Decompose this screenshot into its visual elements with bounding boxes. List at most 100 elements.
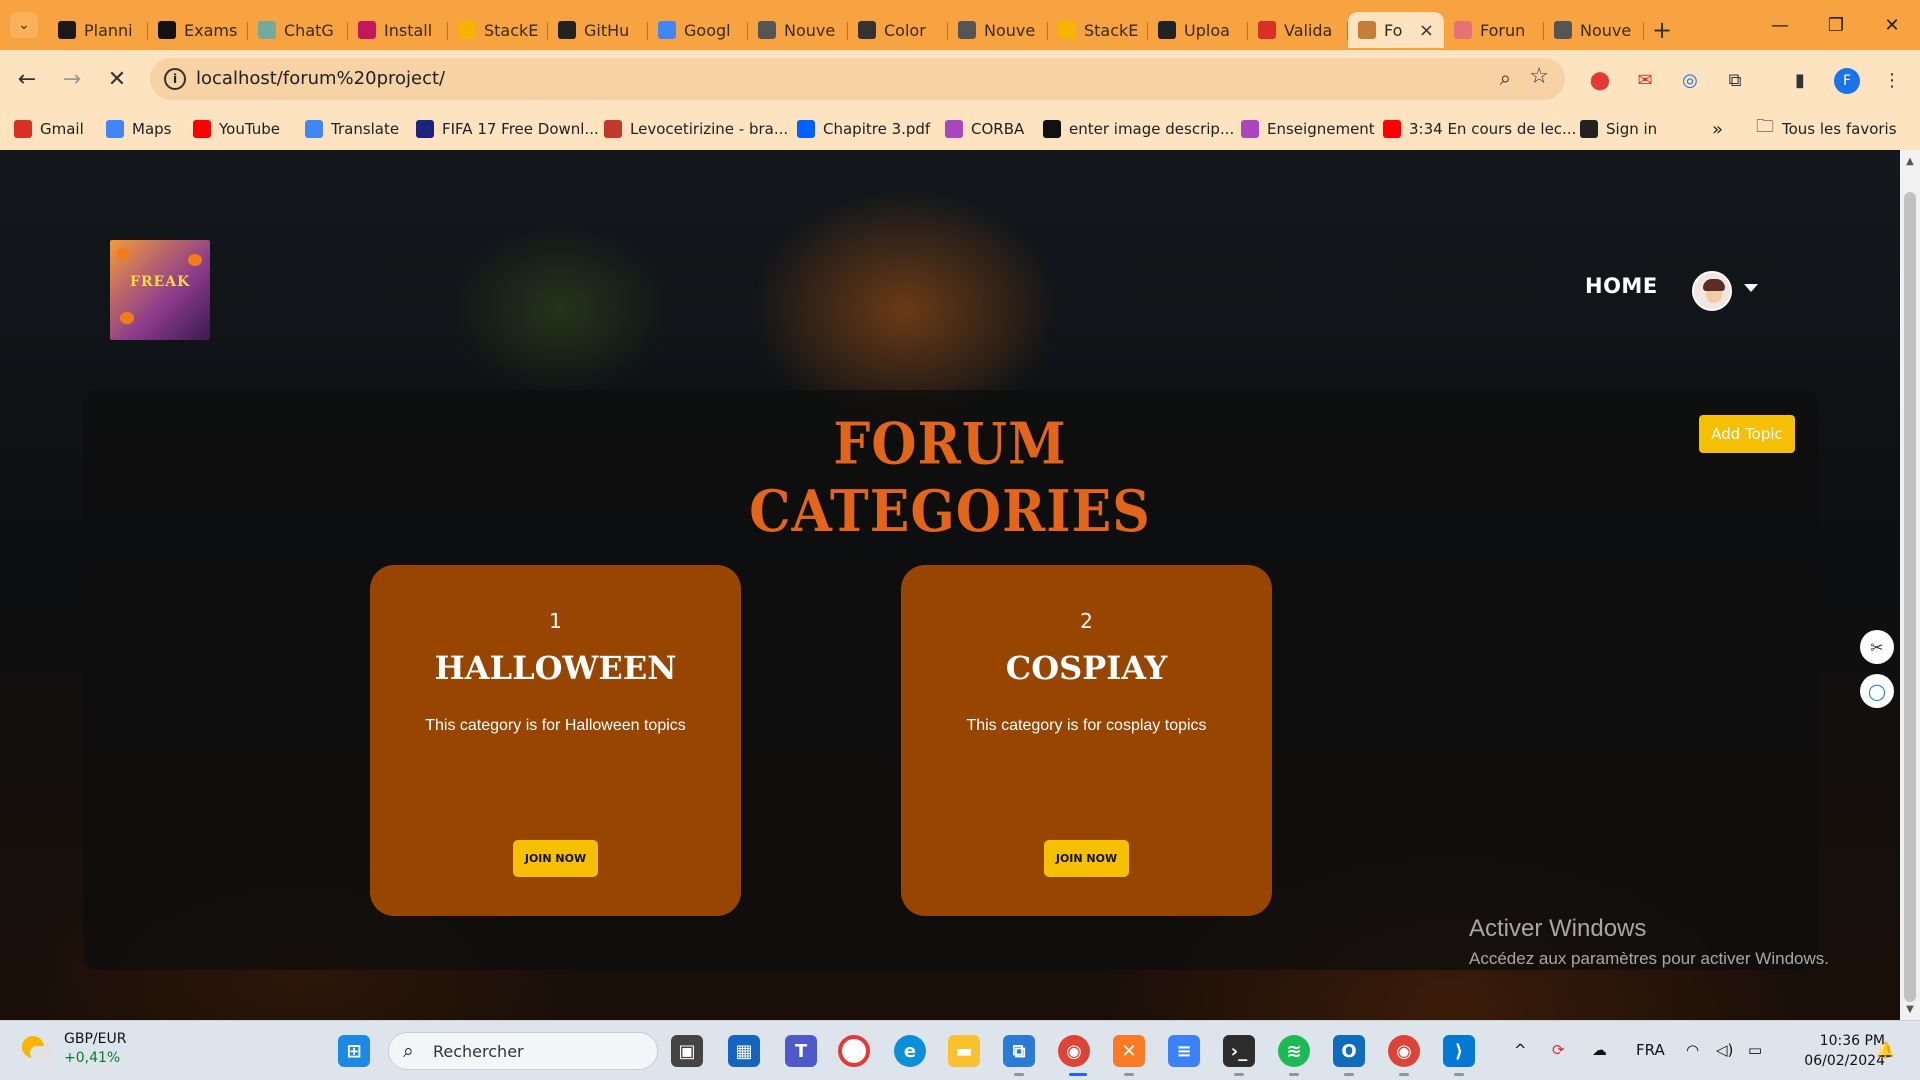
- volume-icon[interactable]: ◁): [1716, 1041, 1733, 1059]
- bookmark-item[interactable]: FIFA 17 Free Downl...: [416, 116, 599, 142]
- chat-bubble-icon[interactable]: ◯: [1860, 674, 1894, 708]
- browser-tab[interactable]: Planni: [48, 12, 148, 48]
- restore-button[interactable]: ❐: [1808, 0, 1864, 50]
- bookmark-star-icon[interactable]: ☆: [1529, 64, 1549, 89]
- close-window-button[interactable]: ✕: [1864, 0, 1920, 50]
- site-info-icon[interactable]: i: [164, 68, 186, 90]
- scroll-down-icon[interactable]: ▼: [1900, 1000, 1920, 1018]
- profile-avatar-icon[interactable]: F: [1834, 68, 1860, 94]
- browser-tab[interactable]: Nouve: [948, 12, 1048, 48]
- stop-loading-button[interactable]: ✕: [102, 64, 132, 94]
- category-name[interactable]: Halloween: [370, 649, 741, 687]
- menu-kebab-icon[interactable]: ⋮: [1880, 68, 1904, 92]
- page-title: Forum Categories: [749, 410, 1151, 546]
- user-avatar[interactable]: [1692, 271, 1732, 311]
- active-indicator: [1399, 1073, 1409, 1076]
- zoom-icon[interactable]: ⌕: [1500, 66, 1511, 90]
- bookmark-item[interactable]: Levocetirizine - bra...: [604, 116, 788, 142]
- address-bar[interactable]: i localhost/forum%20project/ ⌕ ☆: [150, 58, 1565, 100]
- nav-home-link[interactable]: HOME: [1585, 274, 1658, 298]
- browser-tab[interactable]: Exams: [148, 12, 248, 48]
- bookmark-item[interactable]: Gmail: [14, 116, 84, 142]
- store-icon[interactable]: ▦: [728, 1035, 760, 1067]
- user-dropdown-caret-icon[interactable]: [1744, 284, 1758, 292]
- teams-icon[interactable]: T: [785, 1035, 817, 1067]
- notification-bell-icon[interactable]: 🔔: [1876, 1041, 1895, 1059]
- widgets-button[interactable]: GBP/EUR +0,41%: [20, 1031, 126, 1066]
- browser-tab[interactable]: Color: [848, 12, 948, 48]
- browser-tab[interactable]: StackE: [1048, 12, 1148, 48]
- language-indicator[interactable]: FRA: [1636, 1041, 1665, 1059]
- terminal-icon[interactable]: ›_: [1223, 1035, 1255, 1067]
- wifi-icon[interactable]: ◠: [1686, 1041, 1699, 1059]
- forward-button[interactable]: →: [57, 64, 87, 94]
- category-name[interactable]: Cospiay: [901, 649, 1272, 687]
- chrome-icon[interactable]: ◉: [1058, 1035, 1090, 1067]
- bookmark-item[interactable]: Chapitre 3.pdf: [797, 116, 930, 142]
- browser-tab[interactable]: Nouve: [1544, 12, 1644, 48]
- site-logo[interactable]: FREAK: [110, 240, 210, 340]
- join-now-button[interactable]: Join Now: [1044, 840, 1129, 877]
- join-now-button[interactable]: Join Now: [513, 840, 598, 877]
- browser-tab[interactable]: Forun: [1444, 12, 1544, 48]
- onedrive-icon[interactable]: ☁: [1592, 1041, 1607, 1059]
- opera-extension-icon[interactable]: ⬤: [1588, 68, 1612, 92]
- bookmarks-overflow-button[interactable]: »: [1712, 116, 1723, 142]
- browser-tab[interactable]: Install: [348, 12, 448, 48]
- browser-tab[interactable]: GitHu: [548, 12, 648, 48]
- spotify-icon[interactable]: ≋: [1278, 1035, 1310, 1067]
- chrome-icon[interactable]: ◉: [1388, 1035, 1420, 1067]
- bookmark-item[interactable]: 3:34 En cours de lec...: [1383, 116, 1576, 142]
- bookmark-item[interactable]: YouTube: [193, 116, 280, 142]
- close-tab-icon[interactable]: ×: [1419, 20, 1434, 41]
- start-menu-icon[interactable]: ⊞: [338, 1035, 370, 1067]
- bookmark-item[interactable]: enter image descrip...: [1043, 116, 1234, 142]
- browser-tab-active[interactable]: Fo ×: [1348, 12, 1444, 48]
- scissors-icon[interactable]: ✂: [1860, 630, 1894, 664]
- cup-favicon: [858, 21, 876, 39]
- new-tab-button[interactable]: +: [1644, 12, 1680, 48]
- mail-extension-icon[interactable]: ✉: [1633, 68, 1657, 92]
- google-translate-favicon: [658, 21, 676, 39]
- scroll-up-icon[interactable]: ▲: [1900, 152, 1920, 170]
- edge-icon[interactable]: e: [894, 1035, 926, 1067]
- chat-extension-icon[interactable]: ◎: [1678, 68, 1702, 92]
- dropbox-icon: [797, 120, 815, 138]
- bookmark-item[interactable]: Enseignement: [1241, 116, 1375, 142]
- side-panel-icon[interactable]: ▮: [1788, 68, 1812, 92]
- task-view-icon[interactable]: ▣: [671, 1035, 703, 1067]
- all-bookmarks-button[interactable]: 🗀 Tous les favoris: [1756, 116, 1897, 142]
- notepad-icon[interactable]: ≡: [1168, 1035, 1200, 1067]
- add-topic-button[interactable]: Add Topic: [1699, 415, 1795, 453]
- bookmark-item[interactable]: Sign in: [1580, 116, 1657, 142]
- url-text[interactable]: localhost/forum%20project/: [196, 68, 445, 89]
- sync-icon[interactable]: ⟳: [1552, 1041, 1565, 1059]
- page-scrollbar[interactable]: ▲ ▼: [1900, 150, 1920, 1020]
- xampp-icon[interactable]: ✕: [1113, 1035, 1145, 1067]
- bookmark-item[interactable]: Maps: [106, 116, 171, 142]
- snipping-tool-icon[interactable]: ⧉: [1003, 1035, 1035, 1067]
- browser-tab[interactable]: Valida: [1248, 12, 1348, 48]
- battery-icon[interactable]: ▭: [1748, 1041, 1762, 1059]
- back-button[interactable]: ←: [12, 64, 42, 94]
- system-clock[interactable]: 10:36 PM 06/02/2024: [1775, 1031, 1885, 1071]
- bookmark-item[interactable]: Translate: [305, 116, 399, 142]
- browser-tab[interactable]: Uploa: [1148, 12, 1248, 48]
- vscode-icon[interactable]: ⟩: [1443, 1035, 1475, 1067]
- tab-search-button[interactable]: ⌄: [10, 12, 38, 38]
- outlook-icon[interactable]: O: [1333, 1035, 1365, 1067]
- clock-date: 06/02/2024: [1804, 1053, 1885, 1069]
- browser-tab[interactable]: Nouve: [748, 12, 848, 48]
- taskbar-search[interactable]: ⌕ Rechercher: [388, 1032, 658, 1070]
- tray-overflow-icon[interactable]: ^: [1514, 1041, 1527, 1059]
- web-page: FREAK HOME Add Topic Forum Categories 1 …: [0, 150, 1920, 1020]
- puzzle-extensions-icon[interactable]: ⧉: [1723, 68, 1747, 92]
- browser-tab[interactable]: ChatG: [248, 12, 348, 48]
- browser-tab[interactable]: Googl: [648, 12, 748, 48]
- bookmark-item[interactable]: CORBA: [945, 116, 1024, 142]
- scrollbar-thumb[interactable]: [1904, 192, 1916, 1002]
- browser-tab[interactable]: StackE: [448, 12, 548, 48]
- file-explorer-icon[interactable]: ▬: [948, 1035, 980, 1067]
- opera-icon[interactable]: [838, 1035, 870, 1067]
- minimize-button[interactable]: —: [1752, 0, 1808, 50]
